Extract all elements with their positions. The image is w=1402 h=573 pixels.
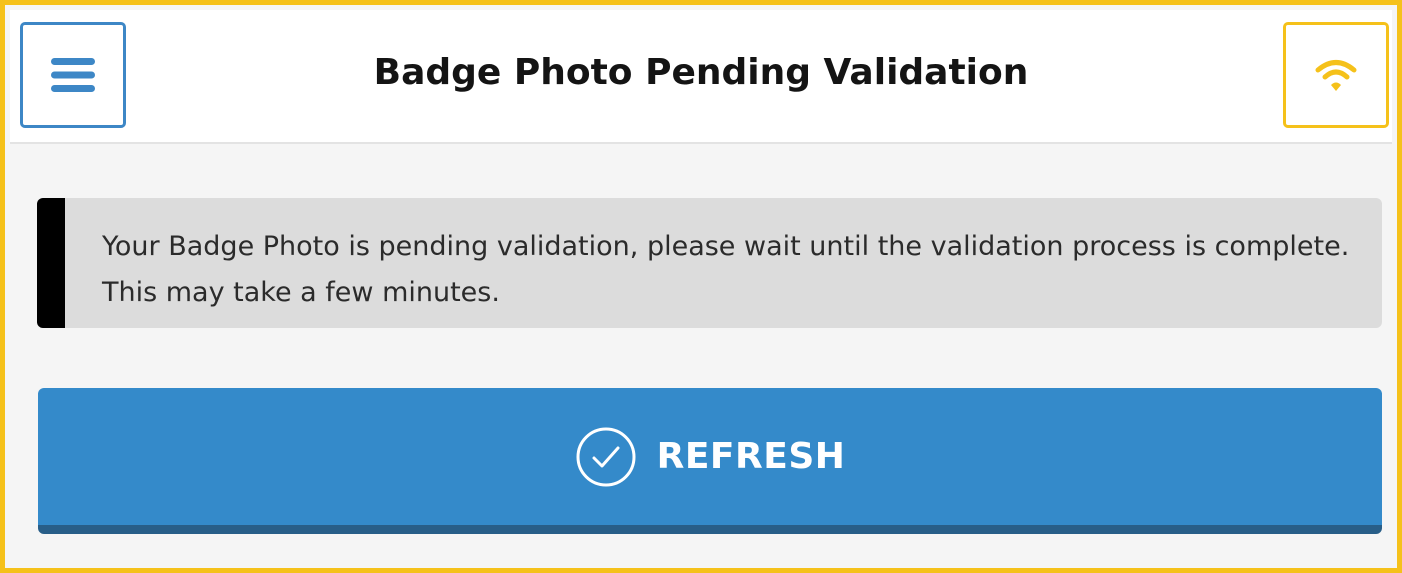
alert-message: Your Badge Photo is pending validation, … (102, 231, 1350, 308)
refresh-button[interactable]: REFRESH (38, 388, 1382, 534)
menu-button[interactable] (20, 22, 126, 128)
page-title: Badge Photo Pending Validation (373, 52, 1029, 93)
pending-validation-alert: Your Badge Photo is pending validation, … (37, 198, 1382, 328)
header-bar: Badge Photo Pending Validation (10, 10, 1392, 144)
hamburger-menu-icon (51, 58, 95, 92)
refresh-label: REFRESH (656, 436, 846, 477)
network-status-button[interactable] (1283, 22, 1389, 128)
check-circle-icon (575, 426, 637, 488)
wifi-icon (1315, 60, 1357, 91)
app-frame: Badge Photo Pending Validation Your Badg… (0, 0, 1402, 573)
